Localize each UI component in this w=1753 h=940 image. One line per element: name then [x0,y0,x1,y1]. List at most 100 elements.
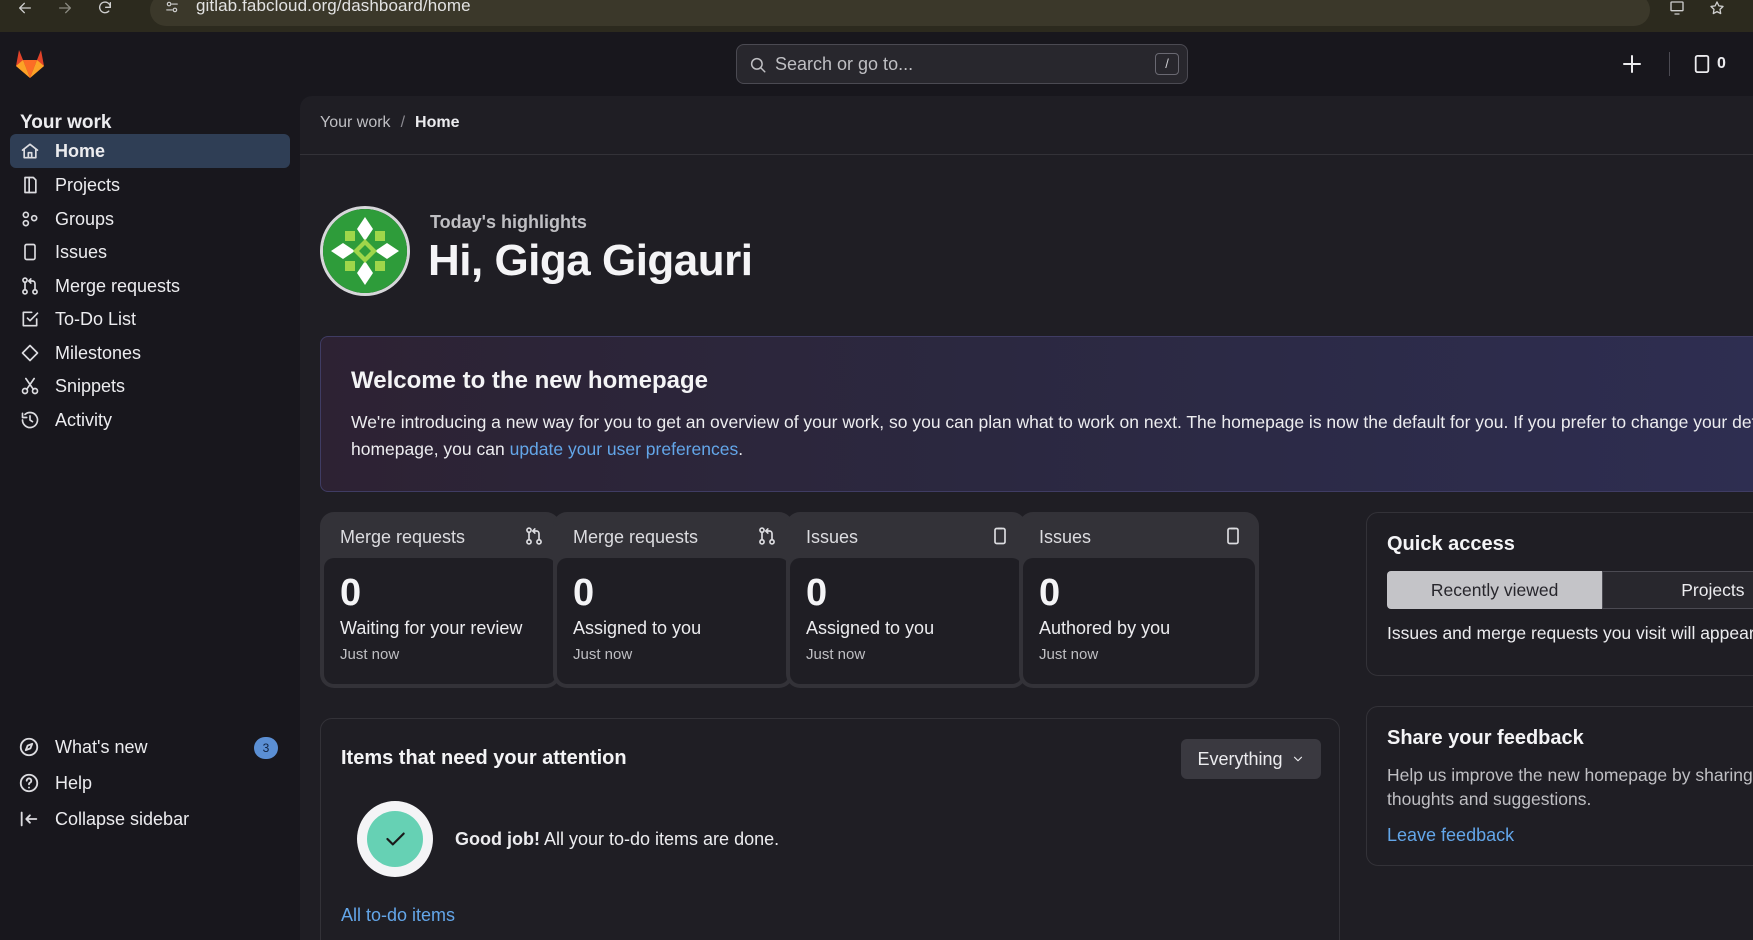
quick-access-empty-text: Issues and merge requests you visit will… [1387,623,1753,643]
stat-value: 0 [1039,572,1061,614]
collapse-sidebar-label: Collapse sidebar [55,808,190,829]
tab-projects[interactable]: Projects [1602,571,1753,609]
feedback-text: Help us improve the new homepage by shar… [1387,765,1753,809]
all-done-bold: Good job! [455,829,540,849]
sidebar-item-projects[interactable]: Projects [10,168,290,202]
stat-description: Assigned to you [573,618,702,638]
stat-body: 0 Authored by you Just now [1023,558,1255,684]
sidebar-item-activity[interactable]: Activity [10,403,290,437]
snippet-icon [20,376,40,396]
stat-timestamp: Just now [340,646,400,663]
stat-heading: Issues [1039,527,1092,547]
stat-timestamp: Just now [573,646,633,663]
merge-request-icon [757,526,777,546]
whats-new-label: What's new [55,736,148,757]
collapse-left-icon [18,808,40,830]
stat-card-mr-review[interactable]: Merge requests 0 Waiting for your review… [320,512,560,688]
sidebar-item-snippets[interactable]: Snippets [10,369,290,403]
sidebar-item-merge-requests[interactable]: Merge requests [10,269,290,303]
breadcrumb: Your work / Home [320,114,459,132]
feedback-panel: Share your feedback Help us improve the … [1366,706,1753,866]
forward-arrow-icon[interactable] [54,0,76,16]
whats-new-badge: 3 [254,737,278,759]
all-done-rest: All your to-do items are done. [539,829,780,849]
compass-icon [18,736,40,758]
collapse-sidebar-button[interactable]: Collapse sidebar [10,802,290,836]
todo-clipboard-icon [1693,54,1711,74]
welcome-banner: Welcome to the new homepage We're introd… [320,336,1753,492]
search-bar[interactable]: Search or go to... / [736,44,1188,84]
issues-icon [990,526,1010,546]
search-placeholder: Search or go to... [775,54,914,74]
quick-access-title: Quick access [1387,533,1515,555]
url-text[interactable]: gitlab.fabcloud.org/dashboard/home [196,0,471,16]
sidebar-item-milestones[interactable]: Milestones [10,336,290,370]
attention-filter-value: Everything [1197,748,1283,769]
all-done-illustration [357,801,433,877]
todo-count: 0 [1717,55,1726,72]
user-preferences-link[interactable]: update your user preferences [510,439,739,459]
search-shortcut-key: / [1155,53,1179,75]
welcome-text: We're introducing a new way for you to g… [351,409,1753,463]
avatar[interactable] [320,206,410,296]
sidebar-item-groups[interactable]: Groups [10,202,290,236]
stat-value: 0 [806,572,828,614]
breadcrumb-separator: / [400,114,406,131]
sidebar-item-label: Milestones [55,342,142,363]
stat-heading: Merge requests [340,527,466,547]
stat-description: Assigned to you [806,618,935,638]
attention-title: Items that need your attention [341,747,627,769]
reload-icon[interactable] [94,0,116,16]
sidebar-item-label: Projects [55,174,121,195]
sidebar-item-todo-list[interactable]: To-Do List [10,302,290,336]
page-title: Hi, Giga Gigauri [428,236,753,285]
stat-value: 0 [573,572,595,614]
cast-icon[interactable] [1666,0,1688,16]
issues-icon [20,242,40,262]
stat-description: Waiting for your review [340,618,523,638]
bookmark-star-icon[interactable] [1706,0,1728,16]
site-settings-icon[interactable] [164,0,180,14]
sidebar-item-label: Activity [55,409,113,430]
stat-timestamp: Just now [1039,646,1099,663]
stat-body: 0 Waiting for your review Just now [324,558,556,684]
stat-card-issues-assigned[interactable]: Issues 0 Assigned to you Just now [786,512,1026,688]
breadcrumb-your-work[interactable]: Your work [320,114,391,132]
help-button[interactable]: Help [10,766,290,800]
main-panel: Your work / Home Today's highlights Hi, … [300,96,1753,940]
header-divider [1669,52,1670,76]
breadcrumb-home[interactable]: Home [415,114,459,132]
gitlab-logo-icon[interactable] [12,46,48,80]
quick-access-panel: Quick access Recently viewed Projects Is… [1366,512,1753,676]
milestone-icon [20,343,40,363]
stat-body: 0 Assigned to you Just now [790,558,1022,684]
home-icon [20,141,40,161]
help-question-icon [18,772,40,794]
sidebar-item-issues[interactable]: Issues [10,235,290,269]
sidebar: Your work Home Projects Groups Issues Me… [0,96,300,940]
back-arrow-icon[interactable] [14,0,36,16]
attention-panel: Items that need your attention Everythin… [320,718,1340,940]
breadcrumb-divider [300,154,1753,155]
whats-new-button[interactable]: What's new 3 [10,730,290,764]
tab-recently-viewed[interactable]: Recently viewed [1387,571,1603,609]
stat-body: 0 Assigned to you Just now [557,558,789,684]
sidebar-item-home[interactable]: Home [10,134,290,168]
sidebar-item-label: Home [55,140,106,161]
stat-card-issues-authored[interactable]: Issues 0 Authored by you Just now [1019,512,1259,688]
create-new-plus-icon[interactable] [1620,52,1644,76]
leave-feedback-link[interactable]: Leave feedback [1387,825,1514,846]
merge-request-icon [524,526,544,546]
sidebar-title: Your work [20,112,112,133]
check-icon [382,826,408,852]
help-label: Help [55,772,93,793]
top-header: Search or go to... / 0 [0,32,1753,96]
all-todo-items-link[interactable]: All to-do items [341,905,455,926]
attention-filter-dropdown[interactable]: Everything [1181,739,1321,779]
sidebar-item-label: Merge requests [55,275,181,296]
chevron-down-icon [1291,752,1305,766]
todo-counter-button[interactable]: 0 [1693,52,1726,76]
stat-description: Authored by you [1039,618,1171,638]
stat-card-mr-assigned[interactable]: Merge requests 0 Assigned to you Just no… [553,512,793,688]
browser-toolbar: gitlab.fabcloud.org/dashboard/home [0,0,1753,32]
